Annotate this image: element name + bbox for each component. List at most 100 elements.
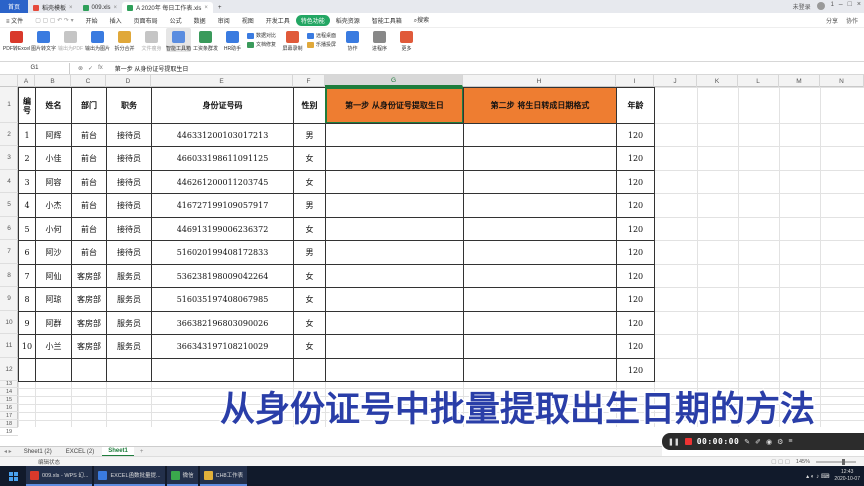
sheet-nav-icons[interactable]: ◂ ▸ <box>4 448 12 455</box>
menu-insert[interactable]: 插入 <box>104 16 128 25</box>
row-header-14[interactable]: 14 <box>0 388 18 396</box>
cell-id[interactable]: 8 <box>18 287 36 312</box>
formula-input[interactable]: 第一步 从身份证号提取生日 <box>111 64 189 73</box>
close-window-icon[interactable]: × <box>857 1 861 8</box>
header-cell-id-number[interactable]: 身份证号码 <box>151 87 294 124</box>
settings-icon[interactable]: ⚙ <box>777 438 783 446</box>
screen-record-button[interactable]: 屏幕录制 <box>280 28 305 52</box>
cell-step1[interactable] <box>325 217 464 241</box>
cell-step2[interactable] <box>463 170 617 194</box>
cell-name[interactable] <box>35 358 72 382</box>
sheet-tab-excel-2[interactable]: EXCEL (2) <box>60 447 100 456</box>
cell-gender[interactable]: 女 <box>293 311 326 335</box>
pdf-to-excel-button[interactable]: PDF转Excel <box>3 28 30 52</box>
minimize-icon[interactable]: – <box>839 1 843 8</box>
cell-step2[interactable] <box>463 264 617 288</box>
cell-id-number[interactable]: 446913199006236372 <box>151 217 294 241</box>
cell-step1[interactable] <box>325 311 464 335</box>
cell-id-number[interactable]: 516020199408172833 <box>151 240 294 265</box>
tab-docer[interactable]: 稻壳模板 × <box>28 2 78 13</box>
row-header-19[interactable]: 19 <box>0 428 18 436</box>
cell-name[interactable]: 小何 <box>35 217 72 241</box>
sheet-tab-sheet1[interactable]: Sheet1 <box>102 447 134 456</box>
row-header-8[interactable]: 8 <box>0 264 18 287</box>
cell-name[interactable]: 小兰 <box>35 334 72 359</box>
header-cell-gender[interactable]: 性别 <box>293 87 326 124</box>
spreadsheet-grid[interactable]: 编号 姓名 部门 职务 身份证号码 性别 第一步 从身份证号提取生日 第二步 将生日转成日期格… <box>18 87 864 427</box>
cell-id-number[interactable]: 416727199109057917 <box>151 193 294 218</box>
cell-title[interactable]: 接待员 <box>106 217 152 241</box>
menu-view[interactable]: 视图 <box>236 16 260 25</box>
cell-step2[interactable] <box>463 311 617 335</box>
row-header-4[interactable]: 4 <box>0 170 18 193</box>
avatar[interactable] <box>816 2 825 10</box>
row-header-17[interactable]: 17 <box>0 412 18 420</box>
cast-screen-button[interactable]: 乐播投屏 <box>307 41 336 48</box>
column-header-g[interactable]: G <box>325 75 463 87</box>
column-header-c[interactable]: C <box>71 75 106 87</box>
clock[interactable]: 12:43 2020-10-07 <box>834 469 860 483</box>
cell-id-number[interactable]: 366343197108210029 <box>151 334 294 359</box>
header-cell-name[interactable]: 姓名 <box>35 87 72 124</box>
cell-dept[interactable]: 客房部 <box>71 287 107 312</box>
doc-repair-button[interactable]: 文档修复 <box>247 41 276 48</box>
cell-age[interactable]: 120 <box>616 334 655 359</box>
cell-id[interactable]: 2 <box>18 146 36 171</box>
cell-id[interactable]: 6 <box>18 240 36 265</box>
collab-button[interactable]: 协作 <box>846 16 858 25</box>
pause-icon[interactable]: ❚❚ <box>668 438 680 446</box>
cell-gender[interactable]: 女 <box>293 334 326 359</box>
view-icons[interactable]: ▢ ▢ ▢ <box>771 459 790 465</box>
cell-age[interactable]: 120 <box>616 123 655 147</box>
cell-title[interactable]: 接待员 <box>106 146 152 171</box>
cell-step1[interactable] <box>325 240 464 265</box>
row-header-6[interactable]: 6 <box>0 217 18 240</box>
cell-id[interactable] <box>18 358 36 382</box>
cell-dept[interactable]: 前台 <box>71 123 107 147</box>
row-header-9[interactable]: 9 <box>0 287 18 311</box>
export-pdf-button[interactable]: 输出为PDF <box>58 28 83 52</box>
cell-name[interactable]: 阿仙 <box>35 264 72 288</box>
pen-icon[interactable]: ✎ <box>744 438 750 446</box>
process-button[interactable]: 进程序 <box>367 28 392 52</box>
cell-title[interactable]: 接待员 <box>106 240 152 265</box>
row-header-5[interactable]: 5 <box>0 193 18 217</box>
cell-id[interactable]: 10 <box>18 334 36 359</box>
cell-name[interactable]: 小杰 <box>35 193 72 218</box>
cell-step2[interactable] <box>463 193 617 218</box>
cell-gender[interactable]: 男 <box>293 123 326 147</box>
cell-id[interactable]: 9 <box>18 311 36 335</box>
cell-id-number[interactable]: 536238198009042264 <box>151 264 294 288</box>
quick-access-icons[interactable]: ▢ ▢ ▢ ↶ ↷ ▾ <box>29 17 79 24</box>
cell-step1[interactable] <box>325 146 464 171</box>
cell-title[interactable]: 接待员 <box>106 193 152 218</box>
cell-dept[interactable] <box>71 358 107 382</box>
row-header-16[interactable]: 16 <box>0 404 18 412</box>
salary-slip-button[interactable]: 工资条群发 <box>193 28 218 52</box>
cell-dept[interactable]: 前台 <box>71 217 107 241</box>
cell-dept[interactable]: 客房部 <box>71 334 107 359</box>
cell-name[interactable]: 阿沙 <box>35 240 72 265</box>
cell-name[interactable]: 阿辉 <box>35 123 72 147</box>
zoom-level[interactable]: 145% <box>796 459 810 465</box>
cell-title[interactable]: 服务员 <box>106 287 152 312</box>
cell-age[interactable]: 120 <box>616 217 655 241</box>
export-image-button[interactable]: 输出为图片 <box>85 28 110 52</box>
image-to-text-button[interactable]: 图片转文字 <box>31 28 56 52</box>
column-header-j[interactable]: J <box>654 75 697 87</box>
cell-dept[interactable]: 前台 <box>71 170 107 194</box>
column-header-h[interactable]: H <box>463 75 616 87</box>
login-status[interactable]: 未登录 <box>793 2 811 11</box>
cell-age[interactable]: 120 <box>616 240 655 265</box>
cell-id-number[interactable]: 446261200011203745 <box>151 170 294 194</box>
menu-special-features[interactable]: 特色功能 <box>295 14 330 26</box>
collab-ribbon-button[interactable]: 协作 <box>340 28 365 52</box>
taskbar-item-folder[interactable]: CH8工作表 <box>199 466 248 486</box>
maximize-icon[interactable]: □ <box>848 1 852 8</box>
row-header-1[interactable]: 1 <box>0 87 18 123</box>
column-header-l[interactable]: L <box>738 75 779 87</box>
row-header-3[interactable]: 3 <box>0 146 18 170</box>
cell-id[interactable]: 4 <box>18 193 36 218</box>
cell-gender[interactable]: 男 <box>293 240 326 265</box>
cancel-icon[interactable]: ⊗ <box>78 65 83 72</box>
